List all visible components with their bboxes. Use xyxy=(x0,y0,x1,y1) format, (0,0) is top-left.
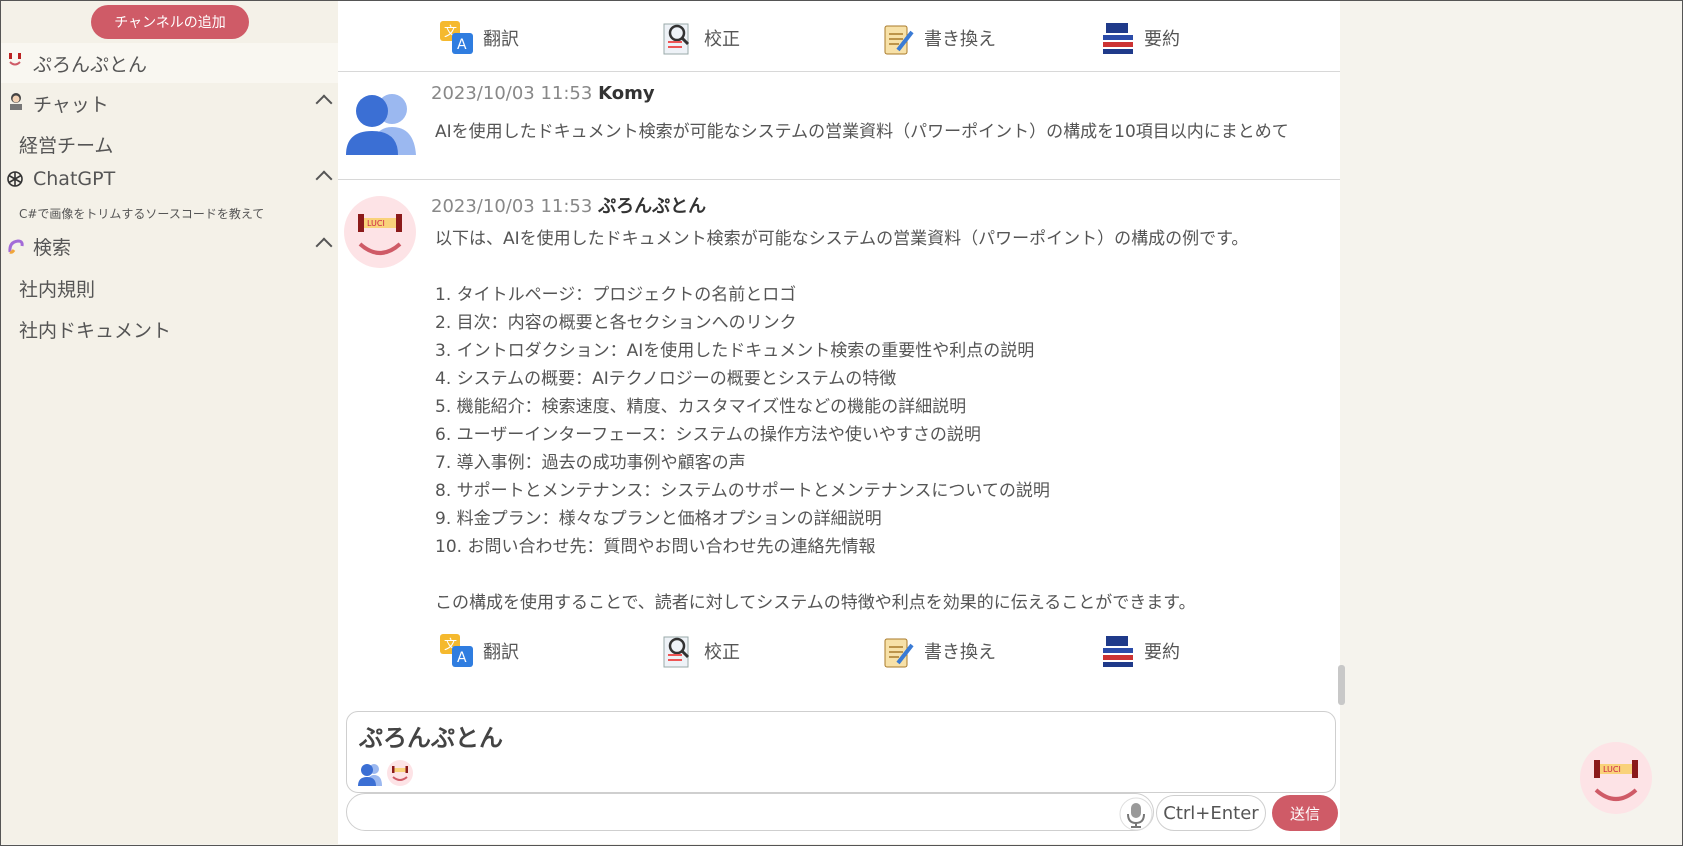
translate-icon: 文A xyxy=(440,21,473,54)
proofread-button[interactable]: 校正 xyxy=(660,626,740,676)
rewrite-button[interactable]: 書き換え xyxy=(880,626,996,676)
message-input[interactable] xyxy=(346,793,1154,831)
sidebar-item-documents[interactable]: 社内ドキュメント xyxy=(19,316,171,343)
bot-mention-icon[interactable] xyxy=(387,760,413,786)
send-shortcut-toggle[interactable]: Ctrl+Enter xyxy=(1156,795,1266,831)
sidebar-item-management-team[interactable]: 経営チーム xyxy=(19,131,113,158)
translate-icon: 文A xyxy=(440,634,473,667)
sidebar-section-chatgpt[interactable]: ChatGPT xyxy=(1,159,338,199)
send-button[interactable]: 送信 xyxy=(1272,795,1338,831)
rewrite-icon xyxy=(884,25,914,55)
message-line: 3. イントロダクション：AIを使用したドキュメント検索の重要性や利点の説明 xyxy=(435,341,1035,361)
summarize-button[interactable]: 要約 xyxy=(1100,13,1180,63)
sidebar-item-label: 検索 xyxy=(33,236,72,259)
chevron-up-icon[interactable] xyxy=(315,170,333,188)
message-text: AIを使用したドキュメント検索が可能なシステムの営業資料（パワーポイント）の構成… xyxy=(435,122,1289,142)
proofread-label: 校正 xyxy=(704,642,740,663)
message-meta: 2023/10/03 11:53 Komy xyxy=(431,83,655,104)
sidebar-item-label: ChatGPT xyxy=(33,168,116,190)
translate-button[interactable]: 文A 翻訳 xyxy=(439,13,519,63)
sidebar-item-purompton[interactable]: ぷろんぷとん xyxy=(1,43,338,83)
chat-scrollbar[interactable] xyxy=(1338,665,1345,705)
user-mention-icon[interactable] xyxy=(357,762,383,786)
svg-text:A: A xyxy=(457,37,467,53)
svg-text:LUCI: LUCI xyxy=(1603,765,1621,774)
message-line: 8. サポートとメンテナンス：システムのサポートとメンテナンスについての説明 xyxy=(435,481,1050,501)
message-line: 以下は、AIを使用したドキュメント検索が可能なシステムの営業資料（パワーポイント… xyxy=(435,229,1249,249)
chat-main: 文A 翻訳 校正 書き換え 要約 2023/10/03 11:53 Komy A… xyxy=(338,1,1340,844)
openai-icon xyxy=(7,171,23,187)
message-line: 9. 料金プラン：様々なプランと価格オプションの詳細説明 xyxy=(435,509,882,529)
message-line: 2. 目次：内容の概要と各セクションへのリンク xyxy=(435,313,797,333)
rewrite-button[interactable]: 書き換え xyxy=(880,13,996,63)
message-meta: 2023/10/03 11:53 ぷろんぷとん xyxy=(431,192,706,218)
floating-bot-button[interactable]: LUCI xyxy=(1580,742,1652,814)
microphone-icon[interactable] xyxy=(1119,797,1153,831)
rewrite-label: 書き換え xyxy=(924,642,996,663)
message-time: 2023/10/03 11:53 xyxy=(431,196,593,217)
proofread-button[interactable]: 校正 xyxy=(660,13,740,63)
svg-text:LUCI: LUCI xyxy=(367,219,385,228)
summarize-button[interactable]: 要約 xyxy=(1100,626,1180,676)
chat-avatar-icon xyxy=(10,93,22,110)
summarize-icon xyxy=(1103,23,1133,54)
message-line: 10. お問い合わせ先：質問やお問い合わせ先の連絡先情報 xyxy=(435,537,876,557)
message-line: 1. タイトルページ：プロジェクトの名前とロゴ xyxy=(435,285,797,305)
svg-text:A: A xyxy=(457,650,467,666)
summarize-label: 要約 xyxy=(1144,642,1180,663)
chevron-up-icon[interactable] xyxy=(315,237,333,255)
sidebar-section-chat[interactable]: チャット xyxy=(1,83,338,123)
message-line: 4. システムの概要：AIテクノロジーの概要とシステムの特徴 xyxy=(435,369,897,389)
sidebar-item-chat-history[interactable]: C#で画像をトリムするソースコードを教えて xyxy=(19,205,264,222)
message-line: 6. ユーザーインターフェース：システムの操作方法や使いやすさの説明 xyxy=(435,425,981,445)
user-avatar xyxy=(346,94,416,155)
message-author: ぷろんぷとん xyxy=(598,196,707,217)
chevron-up-icon[interactable] xyxy=(315,94,333,112)
sidebar-section-search[interactable]: 検索 xyxy=(1,226,338,266)
message-divider xyxy=(338,179,1340,180)
bot-avatar: LUCI xyxy=(344,196,416,268)
add-channel-button[interactable]: チャンネルの追加 xyxy=(91,5,249,39)
sidebar: チャンネルの追加 ぷろんぷとん チャット 経営チーム ChatGPT C#で画像… xyxy=(1,1,338,844)
sidebar-item-rules[interactable]: 社内規則 xyxy=(19,275,95,302)
message-divider xyxy=(338,71,1340,72)
proofread-icon xyxy=(663,23,690,55)
message-author: Komy xyxy=(598,83,655,104)
sidebar-item-label: チャット xyxy=(33,93,109,116)
proofread-label: 校正 xyxy=(704,29,740,50)
mention-panel: ぷろんぷとん xyxy=(346,711,1336,793)
message-line: この構成を使用することで、読者に対してシステムの特徴や利点を効果的に伝えることが… xyxy=(435,593,1196,613)
rewrite-label: 書き換え xyxy=(924,29,996,50)
translate-label: 翻訳 xyxy=(483,642,519,663)
summarize-icon xyxy=(1103,636,1133,667)
message-toolbar: 文A 翻訳 校正 書き換え 要約 xyxy=(338,626,1340,676)
message-line: 5. 機能紹介：検索速度、精度、カスタマイズ性などの機能の詳細説明 xyxy=(435,397,967,417)
translate-label: 翻訳 xyxy=(483,29,519,50)
proofread-icon xyxy=(663,636,690,668)
bot-face-icon xyxy=(9,53,21,66)
search-swirl-icon xyxy=(8,239,24,254)
message-toolbar: 文A 翻訳 校正 書き換え 要約 xyxy=(338,13,1340,63)
right-pane xyxy=(1345,1,1682,844)
translate-button[interactable]: 文A 翻訳 xyxy=(439,626,519,676)
message-line: 7. 導入事例：過去の成功事例や顧客の声 xyxy=(435,453,746,473)
rewrite-icon xyxy=(884,638,914,668)
sidebar-item-label: ぷろんぷとん xyxy=(33,53,148,76)
mention-target-name: ぷろんぷとん xyxy=(359,724,503,752)
summarize-label: 要約 xyxy=(1144,29,1180,50)
message-time: 2023/10/03 11:53 xyxy=(431,83,593,104)
